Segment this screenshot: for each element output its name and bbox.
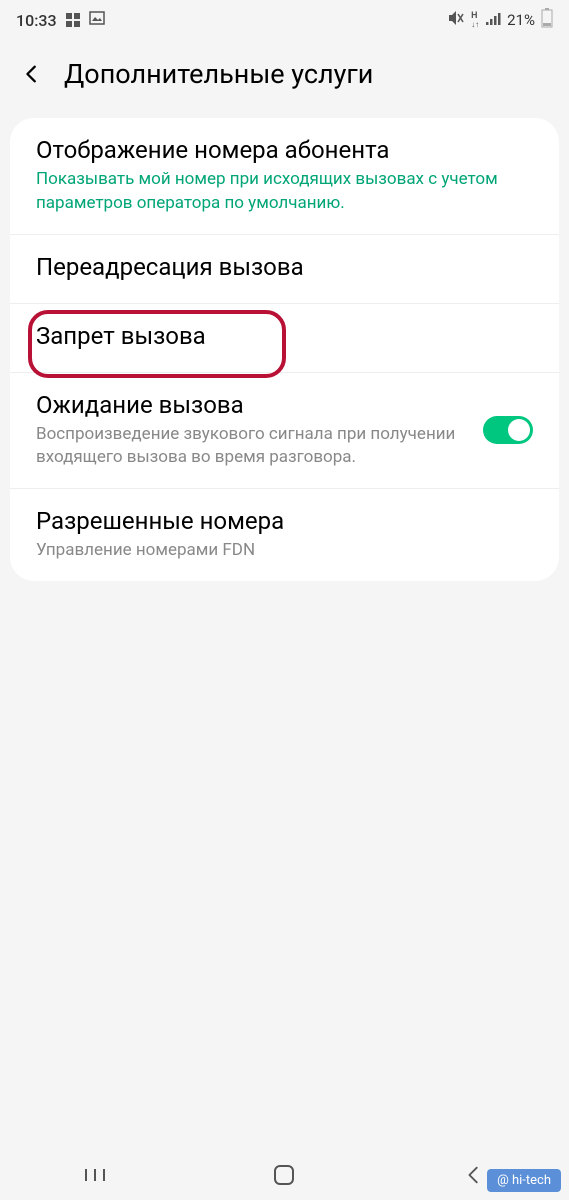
page-title: Дополнительные услуги xyxy=(64,58,373,90)
caller-id-subtitle: Показывать мой номер при исходящих вызов… xyxy=(36,168,533,216)
status-right: H ↓↑ 21% xyxy=(447,8,553,32)
status-bar: 10:33 H ↓↑ 21% xyxy=(0,0,569,40)
call-barring-item[interactable]: Запрет вызова xyxy=(10,304,559,373)
call-waiting-item[interactable]: Ожидание вызова Воспроизведение звуковог… xyxy=(10,373,559,490)
mute-icon xyxy=(447,9,465,31)
allowed-numbers-subtitle: Управление номерами FDN xyxy=(36,539,533,563)
app-header: Дополнительные услуги xyxy=(0,40,569,108)
battery-icon xyxy=(541,8,553,32)
toggle-knob xyxy=(508,419,530,441)
watermark: @ hi-tech xyxy=(487,1169,561,1192)
call-waiting-subtitle: Воспроизведение звукового сигнала при по… xyxy=(36,423,471,471)
call-waiting-toggle[interactable] xyxy=(483,416,533,444)
signal-icon xyxy=(485,10,501,30)
allowed-numbers-title: Разрешенные номера xyxy=(36,507,533,535)
watermark-text: @ hi-tech xyxy=(497,1173,551,1188)
recents-button[interactable] xyxy=(55,1155,135,1195)
back-button[interactable] xyxy=(20,62,44,86)
settings-card: Отображение номера абонента Показывать м… xyxy=(10,118,559,581)
battery-percent: 21% xyxy=(507,11,535,29)
data-icon: H ↓↑ xyxy=(471,12,479,29)
allowed-numbers-item[interactable]: Разрешенные номера Управление номерами F… xyxy=(10,489,559,581)
home-button[interactable] xyxy=(244,1155,324,1195)
status-left: 10:33 xyxy=(16,10,105,30)
status-time: 10:33 xyxy=(16,11,57,30)
navigation-bar xyxy=(0,1150,569,1200)
apps-icon xyxy=(65,12,81,28)
call-waiting-title: Ожидание вызова xyxy=(36,391,471,419)
call-forwarding-title: Переадресация вызова xyxy=(36,253,533,281)
caller-id-item[interactable]: Отображение номера абонента Показывать м… xyxy=(10,118,559,235)
picture-icon xyxy=(89,10,105,30)
caller-id-title: Отображение номера абонента xyxy=(36,136,533,164)
call-forwarding-item[interactable]: Переадресация вызова xyxy=(10,235,559,304)
call-barring-title: Запрет вызова xyxy=(36,322,533,350)
